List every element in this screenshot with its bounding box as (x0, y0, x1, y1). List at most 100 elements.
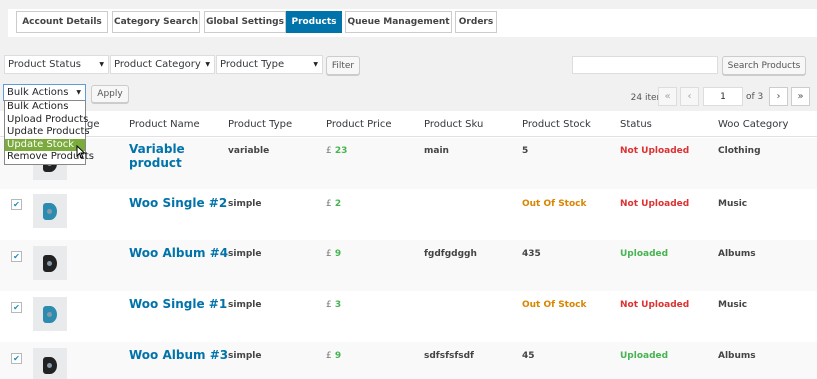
header-product-stock[interactable]: Product Stock (522, 119, 591, 130)
currency-symbol: £ (326, 249, 332, 259)
product-stock: 45 (522, 351, 535, 361)
product-thumbnail (33, 246, 67, 280)
product-stock: 5 (522, 146, 529, 156)
table-row: ✔ Woo Single #1 simple £ 3 Out Of Stock … (0, 291, 817, 342)
product-type: simple (228, 249, 262, 259)
product-name-link[interactable]: Woo Single #1 (129, 297, 227, 311)
status-badge: Not Uploaded (620, 300, 690, 310)
product-price: £ 2 (326, 199, 341, 209)
products-table: ge Product Name Product Type Product Pri… (0, 111, 817, 379)
table-row: Variable product variable £ 23 main 5 No… (0, 138, 817, 189)
tab-category-search[interactable]: Category Search (112, 11, 200, 33)
bulk-actions-select[interactable]: Bulk Actions ▼ (3, 84, 86, 101)
header-woo-category[interactable]: Woo Category (718, 119, 788, 130)
currency-symbol: £ (326, 351, 332, 361)
product-type: variable (228, 146, 270, 156)
product-price: £ 9 (326, 249, 341, 259)
album-image (43, 254, 57, 272)
product-name-link[interactable]: Woo Single #2 (129, 196, 227, 210)
table-header: ge Product Name Product Type Product Pri… (0, 111, 817, 137)
product-thumbnail (33, 194, 67, 228)
status-badge: Not Uploaded (620, 199, 690, 209)
tab-bar: Account Details Category Search Global S… (8, 9, 817, 37)
current-page-input[interactable]: 1 (703, 87, 743, 106)
total-pages: of 3 (746, 92, 764, 102)
last-page-button[interactable]: » (791, 87, 810, 106)
chevron-down-icon: ▼ (99, 61, 104, 68)
product-name-link[interactable]: Woo Album #4 (129, 246, 228, 260)
product-stock: 435 (522, 249, 541, 259)
next-page-button[interactable]: › (769, 87, 788, 106)
product-type-select[interactable]: Product Type ▼ (216, 55, 323, 74)
woo-category: Music (718, 300, 748, 310)
product-category-select[interactable]: Product Category ▼ (110, 55, 215, 74)
currency-symbol: £ (326, 300, 332, 310)
product-category-label: Product Category (114, 59, 201, 70)
bulk-actions-dropdown: Bulk Actions Upload Products Update Prod… (4, 100, 94, 165)
product-type: simple (228, 351, 262, 361)
row-checkbox[interactable]: ✔ (11, 199, 22, 210)
row-checkbox[interactable]: ✔ (11, 353, 22, 364)
product-price: £ 9 (326, 351, 341, 361)
product-type: simple (228, 199, 262, 209)
bulk-option-update-products[interactable]: Update Products (5, 126, 90, 139)
product-status-label: Product Status (8, 59, 82, 70)
product-sku: fgdfgdggh (424, 249, 477, 259)
woo-category: Clothing (718, 146, 761, 156)
bulk-actions-label: Bulk Actions (7, 87, 69, 98)
album-image (43, 356, 57, 374)
product-price: £ 23 (326, 146, 347, 156)
price-value: 3 (334, 300, 342, 310)
price-value: 2 (334, 199, 342, 209)
status-badge: Uploaded (620, 351, 669, 361)
product-name-link[interactable]: Variable product (129, 142, 219, 170)
product-stock: Out Of Stock (522, 199, 587, 209)
product-name-link[interactable]: Woo Album #3 (129, 348, 228, 362)
header-product-price[interactable]: Product Price (326, 119, 392, 130)
first-page-button[interactable]: « (658, 87, 677, 106)
currency-symbol: £ (326, 199, 332, 209)
row-checkbox[interactable]: ✔ (11, 302, 22, 313)
status-badge: Uploaded (620, 249, 669, 259)
bulk-option-upload-products[interactable]: Upload Products (5, 114, 88, 127)
table-row: ✔ Woo Single #2 simple £ 2 Out Of Stock … (0, 189, 817, 240)
tab-account-details[interactable]: Account Details (16, 11, 108, 33)
product-type: simple (228, 300, 262, 310)
header-product-sku[interactable]: Product Sku (424, 119, 483, 130)
bulk-option-bulk-actions[interactable]: Bulk Actions (5, 101, 85, 114)
price-value: 23 (334, 146, 348, 156)
tab-global-settings[interactable]: Global Settings (204, 11, 286, 33)
bulk-option-remove-products[interactable]: Remove Products (5, 151, 94, 164)
apply-button[interactable]: Apply (91, 85, 129, 103)
product-sku: sdfsfsfsdf (424, 351, 474, 361)
search-input[interactable] (572, 56, 718, 74)
product-type-label: Product Type (220, 59, 285, 70)
filter-button[interactable]: Filter (326, 56, 360, 75)
product-sku: main (424, 146, 449, 156)
tab-queue-management[interactable]: Queue Management (345, 11, 452, 33)
woo-category: Music (718, 199, 748, 209)
album-image (43, 202, 57, 220)
product-thumbnail (33, 297, 67, 331)
prev-page-button[interactable]: ‹ (680, 87, 699, 106)
woo-category: Albums (718, 249, 756, 259)
tab-products[interactable]: Products (286, 11, 342, 33)
chevron-down-icon: ▼ (205, 61, 210, 68)
search-products-button[interactable]: Search Products (722, 56, 806, 75)
tab-orders[interactable]: Orders (455, 11, 497, 33)
price-value: 9 (334, 249, 342, 259)
chevron-down-icon: ▼ (313, 61, 318, 68)
header-status[interactable]: Status (620, 119, 652, 130)
product-price: £ 3 (326, 300, 341, 310)
row-checkbox[interactable]: ✔ (11, 251, 22, 262)
album-image (43, 305, 57, 323)
woo-category: Albums (718, 351, 756, 361)
header-product-name[interactable]: Product Name (129, 119, 200, 130)
product-status-select[interactable]: Product Status ▼ (4, 55, 109, 74)
mouse-pointer-icon (76, 144, 86, 162)
chevron-down-icon: ▼ (76, 89, 81, 96)
product-thumbnail (33, 348, 67, 379)
bulk-option-update-stock[interactable]: Update Stock (5, 138, 85, 151)
status-badge: Not Uploaded (620, 146, 690, 156)
header-product-type[interactable]: Product Type (228, 119, 292, 130)
